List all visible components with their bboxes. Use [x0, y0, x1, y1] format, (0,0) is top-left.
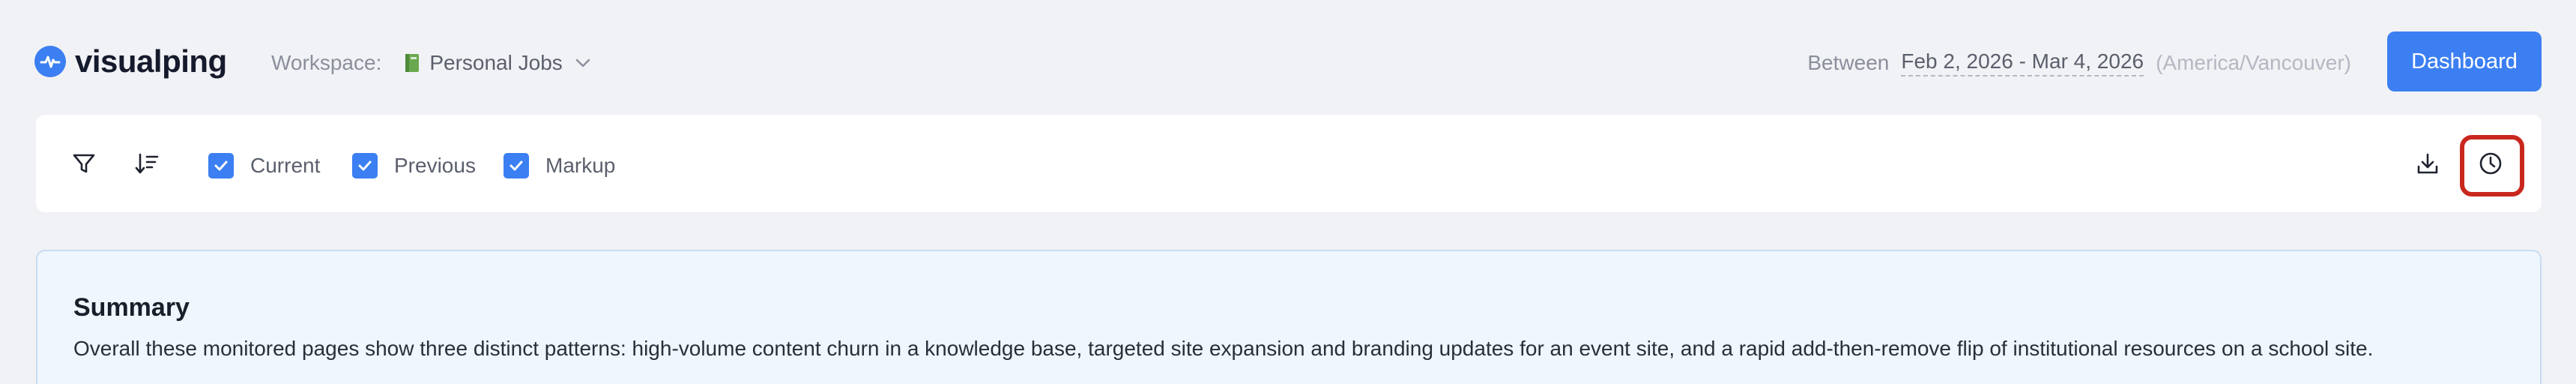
checkbox-markup-label: Markup — [545, 154, 616, 177]
summary-card: Summary Overall these monitored pages sh… — [36, 250, 2542, 384]
workspace-selector[interactable]: Workspace: Personal Jobs — [271, 48, 591, 78]
brand-logo[interactable]: visualping — [34, 40, 227, 82]
checkbox-markup[interactable]: Markup — [504, 151, 615, 181]
summary-title: Summary — [73, 293, 190, 322]
history-button-highlight — [2460, 135, 2524, 196]
toolbar: Current Previous Markup — [36, 115, 2542, 212]
top-header: visualping Workspace: Personal Jobs Betw… — [0, 0, 2576, 120]
workspace-name: Personal Jobs — [429, 51, 563, 74]
chevron-down-icon — [575, 58, 591, 68]
checkbox-previous-label: Previous — [394, 154, 476, 177]
download-icon[interactable] — [2411, 147, 2444, 180]
pulse-icon — [34, 46, 66, 77]
sort-icon[interactable] — [130, 147, 163, 180]
date-range: Between Feb 2, 2026 - Mar 4, 2026 (Ameri… — [1807, 48, 2351, 78]
book-icon — [404, 53, 420, 73]
checkbox-current[interactable]: Current — [208, 151, 320, 181]
checkmark-icon[interactable] — [504, 153, 529, 178]
checkmark-icon[interactable] — [208, 153, 234, 178]
dashboard-button[interactable]: Dashboard — [2387, 32, 2542, 92]
workspace-label: Workspace: — [271, 51, 382, 74]
filter-icon[interactable] — [67, 147, 100, 180]
date-range-label: Between — [1807, 51, 1890, 74]
date-range-picker[interactable]: Feb 2, 2026 - Mar 4, 2026 — [1901, 50, 2144, 76]
checkbox-current-label: Current — [250, 154, 321, 177]
brand-name: visualping — [75, 44, 227, 79]
checkmark-icon[interactable] — [352, 153, 378, 178]
checkbox-previous[interactable]: Previous — [352, 151, 476, 181]
summary-text: Overall these monitored pages show three… — [73, 337, 2374, 360]
timezone-label: (America/Vancouver) — [2156, 51, 2351, 74]
